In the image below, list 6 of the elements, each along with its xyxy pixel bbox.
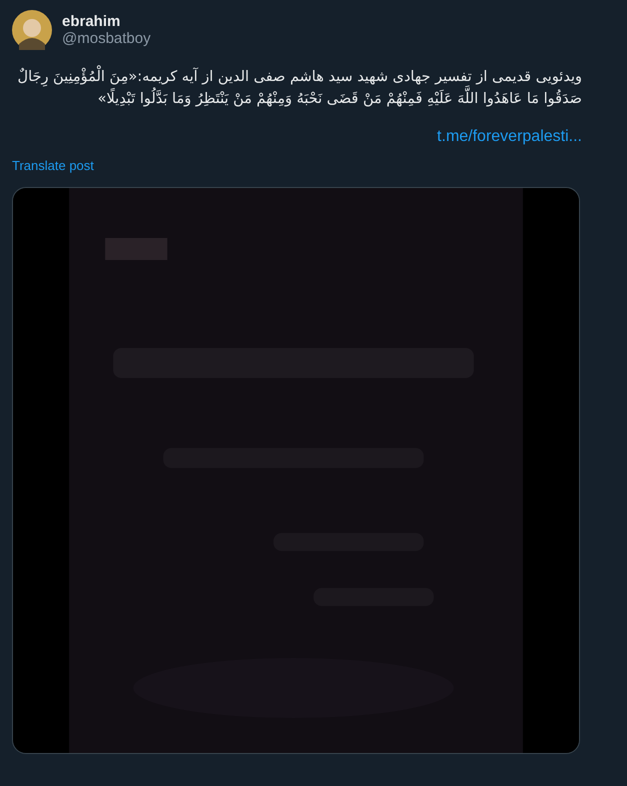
avatar[interactable]: [12, 10, 52, 50]
post-link[interactable]: t.me/foreverpalesti...: [437, 128, 582, 145]
post-text: ویدئویی قدیمی از تفسیر جهادی شهید سید هاشم صفی الدین از آیه کریمه:«مِنَ الْمُؤْمِنِينَ رِجَالٌ صَدَقُوا مَا عَاهَدُوا اللَّهَ عَلَيْهِ فَمِنْهُمْ مَنْ قَضَى نَحْبَهُ وَمِنْهُمْ مَنْ يَنْتَظِرُ وَمَا بَدَّلُوا تَبْدِيلًا»: [12, 66, 582, 110]
translate-link[interactable]: Translate post: [12, 158, 94, 173]
author-handle[interactable]: @mosbatboy: [62, 30, 151, 47]
author-name[interactable]: ebrahim: [62, 13, 151, 30]
